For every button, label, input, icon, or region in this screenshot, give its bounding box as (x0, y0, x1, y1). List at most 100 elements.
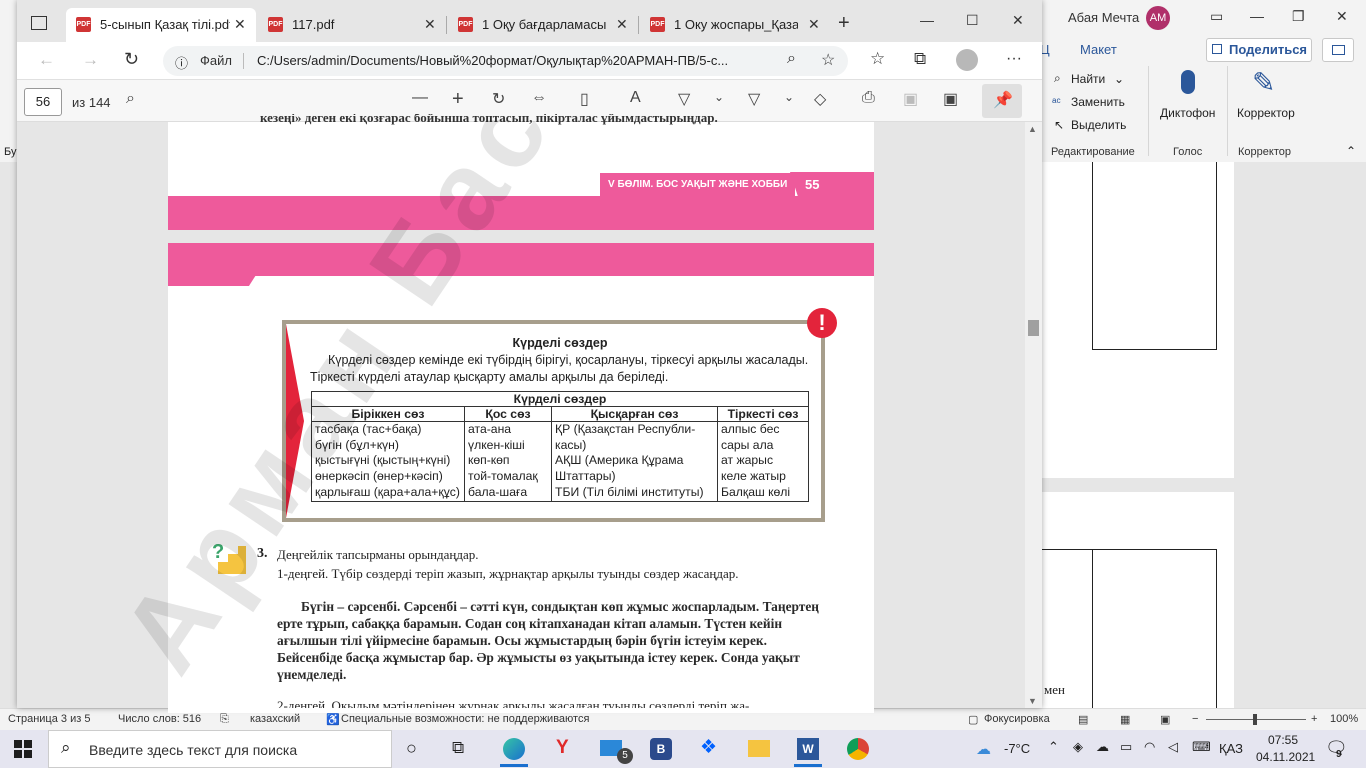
tab-117[interactable]: PDF 117.pdf ✕ (258, 8, 446, 42)
edge-close-icon[interactable]: ✕ (1012, 12, 1024, 29)
word-taskbar-icon[interactable]: W (797, 738, 819, 760)
status-zoom[interactable]: 100% (1330, 713, 1358, 725)
pin-toolbar-button[interactable]: 📌 (982, 84, 1022, 118)
tab-oku-zhospary[interactable]: PDF 1 Оку жоспары_Қазақ ✕ (640, 8, 830, 42)
keyboard-icon[interactable]: ⌨ (1192, 739, 1211, 755)
pdf-scrollbar[interactable] (1025, 122, 1042, 708)
word-restore-icon[interactable]: ❐ (1292, 8, 1305, 25)
pdf-search-icon[interactable]: ⌕ (126, 90, 135, 108)
profile-icon[interactable] (956, 49, 978, 71)
tab-oku-bagdarlamasy[interactable]: PDF 1 Оқу бағдарламасы_К ✕ (448, 8, 638, 42)
url-field[interactable]: ⓘ Файл C:/Users/admin/Documents/Новый%20… (163, 46, 848, 76)
edge-maximize-icon[interactable]: ☐ (966, 12, 979, 29)
status-words[interactable]: Число слов: 516 (118, 713, 201, 725)
save-icon[interactable]: ▣ (903, 89, 918, 109)
close-tab-icon[interactable]: ✕ (616, 16, 628, 33)
dropbox-icon[interactable]: ❖ (700, 736, 717, 759)
yandex-icon[interactable]: Y (556, 737, 569, 759)
tray-chevron-icon[interactable]: ⌃ (1048, 739, 1059, 755)
weather-icon[interactable]: ☁ (976, 740, 991, 758)
status-accessibility[interactable]: Специальные возможности: не поддерживают… (341, 713, 589, 725)
read-mode-icon[interactable]: ▤ (1078, 713, 1088, 726)
print-icon[interactable]: ⎙ (862, 89, 875, 107)
word-scrollbar[interactable] (1348, 162, 1366, 708)
web-layout-icon[interactable]: ▣ (1160, 713, 1170, 726)
viber-icon[interactable]: B (650, 738, 672, 760)
edge-active-indicator (500, 764, 528, 767)
rotate-icon[interactable]: ↻ (492, 89, 505, 109)
file-explorer-icon[interactable] (748, 740, 770, 757)
comment-icon (1332, 45, 1345, 55)
editor-button[interactable]: Корректор (1237, 106, 1295, 120)
favorites-icon[interactable]: ☆ (870, 49, 885, 69)
erase-icon[interactable]: ◇ (814, 89, 826, 109)
proofing-icon[interactable]: ⎘ (220, 713, 229, 726)
close-tab-icon[interactable]: ✕ (424, 16, 436, 33)
find-dropdown-icon[interactable]: ⌄ (1114, 72, 1124, 86)
add-favorite-icon[interactable]: ☆ (821, 50, 835, 70)
close-tab-icon[interactable]: ✕ (808, 16, 820, 33)
edge-minimize-icon[interactable]: — (920, 12, 934, 28)
cortana-icon[interactable]: ○ (406, 738, 417, 759)
scroll-down-icon[interactable]: ▼ (1028, 696, 1037, 706)
new-tab-icon[interactable]: + (838, 12, 850, 35)
taskbar-search[interactable]: ⌕ Введите здесь текст для поиска (48, 730, 392, 768)
word-minimize-icon[interactable]: — (1250, 8, 1264, 24)
temperature[interactable]: -7°C (1004, 741, 1030, 756)
collapse-ribbon-icon[interactable]: ⌃ (1346, 144, 1356, 158)
volume-icon[interactable]: ◁ (1168, 739, 1178, 755)
zoom-slider-thumb[interactable] (1253, 714, 1257, 725)
dictate-button[interactable]: Диктофон (1160, 106, 1215, 120)
onedrive-icon[interactable]: ☁ (1096, 739, 1109, 755)
highlight-icon[interactable]: ▽ (748, 89, 760, 109)
page-number-input[interactable]: 56 (24, 88, 62, 116)
zoom-icon[interactable]: ⌕ (787, 50, 796, 68)
tray-app-icon[interactable]: ◈ (1073, 739, 1083, 755)
pdf-scroll-thumb[interactable] (1028, 320, 1039, 336)
status-focus[interactable]: Фокусировка (984, 713, 1050, 725)
more-icon[interactable]: ··· (1006, 50, 1022, 68)
input-language[interactable]: ҚАЗ (1219, 741, 1243, 756)
wifi-icon[interactable]: ◠ (1144, 739, 1155, 755)
word-active-indicator (794, 764, 822, 767)
draw-icon[interactable]: ▽ (678, 89, 690, 109)
fit-width-icon[interactable]: ⇔ (531, 89, 547, 107)
read-aloud-icon[interactable]: A (630, 89, 641, 107)
zoom-out-icon[interactable]: — (412, 89, 428, 107)
print-layout-icon[interactable]: ▦ (1120, 713, 1130, 726)
avatar[interactable]: АМ (1146, 6, 1170, 30)
clock-date[interactable]: 04.11.2021 (1256, 750, 1315, 764)
back-icon[interactable]: ← (38, 50, 55, 70)
status-page[interactable]: Страница 3 из 5 (8, 713, 90, 725)
status-language[interactable]: казахский (250, 713, 300, 725)
comment-button[interactable] (1322, 38, 1354, 62)
draw-options-icon[interactable]: ⌄ (714, 90, 724, 104)
refresh-icon[interactable]: ↻ (124, 49, 139, 70)
word-close-icon[interactable]: ✕ (1336, 8, 1348, 25)
select-button[interactable]: Выделить (1071, 118, 1126, 132)
zoom-in-icon[interactable]: + (452, 88, 464, 111)
scroll-up-icon[interactable]: ▲ (1028, 124, 1037, 134)
find-button[interactable]: Найти (1071, 72, 1105, 86)
tab-actions-icon[interactable] (31, 16, 47, 30)
clock-time[interactable]: 07:55 (1268, 733, 1298, 747)
task-view-icon[interactable]: ⧉ (452, 738, 464, 758)
zoom-in-icon[interactable]: + (1311, 713, 1317, 725)
page-view-icon[interactable]: ▯ (580, 89, 589, 109)
cell-line: қыстығүні (қыстың+күні) (315, 453, 451, 468)
word-options-icon[interactable]: ▭ (1210, 8, 1223, 25)
replace-button[interactable]: Заменить (1071, 95, 1125, 109)
forward-icon[interactable]: → (82, 50, 99, 70)
edge-taskbar-icon[interactable] (503, 738, 525, 760)
chrome-icon[interactable] (847, 738, 869, 760)
tab-divider (638, 16, 639, 34)
tab-5-synyp[interactable]: PDF 5-сынып Қазақ тілі.pdf ✕ (66, 8, 256, 42)
collections-icon[interactable]: ⧉ (914, 49, 926, 69)
close-tab-icon[interactable]: ✕ (234, 16, 246, 33)
zoom-out-icon[interactable]: − (1192, 713, 1198, 725)
word-tab-layout[interactable]: Макет (1080, 42, 1117, 57)
battery-icon[interactable]: ▭ (1120, 739, 1132, 755)
save-as-icon[interactable]: ▣ (943, 89, 958, 109)
highlight-options-icon[interactable]: ⌄ (784, 90, 794, 104)
windows-start-icon[interactable] (14, 740, 32, 758)
